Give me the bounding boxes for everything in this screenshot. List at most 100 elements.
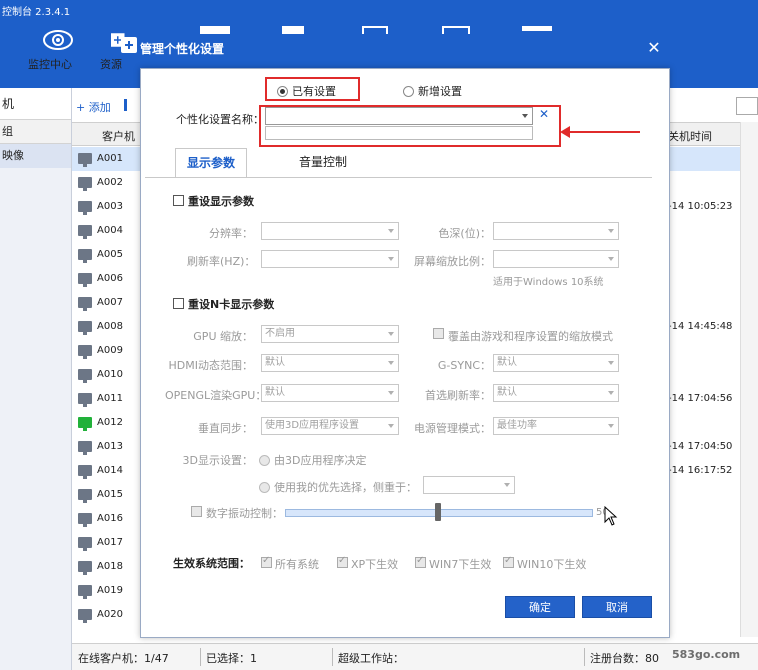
reset-display-label: 重设显示参数 — [188, 195, 254, 208]
cancel-button[interactable]: 取消 — [582, 596, 652, 618]
toolbar-icon-partial — [362, 26, 388, 34]
dialog-title: 管理个性化设置 — [140, 42, 225, 56]
toolbar-icon-partial — [442, 26, 470, 34]
client-name: A020 — [97, 609, 123, 620]
add-client-button[interactable]: + 添加 — [76, 99, 111, 115]
monitor-icon — [78, 321, 92, 335]
group-header: 组 — [0, 120, 71, 144]
shutdown-time: -14 17:04:56 — [668, 393, 733, 404]
monitor-icon — [78, 225, 92, 239]
reset-nvidia-checkbox[interactable] — [173, 298, 184, 309]
col-client-name[interactable]: 客户机 — [102, 128, 135, 144]
vibrance-checkbox[interactable] — [191, 506, 202, 517]
tab-display-params[interactable]: 显示参数 — [175, 148, 247, 178]
tab-volume-control[interactable]: 音量控制 — [287, 148, 359, 178]
radio-existing-label: 已有设置 — [292, 85, 336, 98]
edit-icon[interactable] — [124, 99, 127, 111]
client-name: A016 — [97, 513, 123, 524]
power-mode-select[interactable]: 最佳功率 — [493, 417, 619, 435]
scope-xp-checkbox[interactable] — [337, 555, 348, 568]
client-name: A013 — [97, 441, 123, 452]
scope-win10-checkbox[interactable] — [503, 555, 514, 568]
shutdown-time: -14 14:45:48 — [668, 321, 733, 332]
gpu-scale-select[interactable]: 不启用 — [261, 325, 399, 343]
preferred-refresh-select[interactable]: 默认 — [493, 384, 619, 402]
monitor-center-button[interactable]: 监控中心 — [28, 28, 88, 83]
scope-xp-label: XP下生效 — [351, 558, 399, 571]
resolution-select[interactable] — [261, 222, 399, 240]
monitor-icon — [78, 369, 92, 383]
gsync-select[interactable]: 默认 — [493, 354, 619, 372]
refresh-rate-select[interactable] — [261, 250, 399, 268]
reset-nvidia-label: 重设N卡显示参数 — [188, 298, 275, 311]
power-mode-label: 电源管理模式： — [414, 422, 491, 435]
shutdown-time: -14 10:05:23 — [668, 201, 733, 212]
resource-label: 资源 — [100, 58, 122, 71]
hdmi-range-label: HDMI动态范围： — [168, 359, 253, 372]
clear-name-icon[interactable]: ✕ — [539, 107, 549, 121]
annotation-arrow-head — [560, 126, 570, 138]
radio-new-label: 新增设置 — [418, 85, 462, 98]
override-scale-label: 覆盖由游戏和程序设置的缩放模式 — [448, 330, 613, 343]
client-name: A017 — [97, 537, 123, 548]
name-select[interactable] — [265, 107, 533, 125]
monitor-icon — [78, 393, 92, 407]
monitor-icon — [78, 441, 92, 455]
personalization-dialog: 已有设置 新增设置 个性化设置名称： ✕ 显示参数 音量控制 重设显示参数 分辨… — [140, 68, 670, 638]
annotation-arrow-line — [568, 131, 640, 133]
client-name: A002 — [97, 177, 123, 188]
col-shutdown-time[interactable]: 关机时间 — [668, 128, 712, 144]
vibrance-slider-thumb[interactable] — [435, 503, 441, 521]
hdmi-range-select[interactable]: 默认 — [261, 354, 399, 372]
client-name: A018 — [97, 561, 123, 572]
dialog-close-button[interactable]: ✕ — [646, 40, 662, 57]
ok-button[interactable]: 确定 — [505, 596, 575, 618]
monitor-icon — [78, 153, 92, 167]
override-scale-checkbox[interactable] — [433, 328, 444, 339]
monitor-icon — [78, 489, 92, 503]
list-scrollbar[interactable] — [740, 122, 758, 637]
radio-existing-dot[interactable] — [277, 85, 288, 97]
group-item-image[interactable]: 映像 — [0, 144, 71, 168]
radio-existing[interactable]: 已有设置 — [277, 83, 336, 99]
vibrance-label: 数字振动控制： — [206, 507, 283, 520]
radio-new-dot[interactable] — [403, 85, 414, 97]
gsync-label: G-SYNC： — [437, 359, 491, 372]
client-name: A012 — [97, 417, 123, 428]
tab-divider — [145, 177, 652, 178]
win10-note: 适用于Windows 10系统 — [493, 277, 604, 288]
screen-scale-select[interactable] — [493, 250, 619, 268]
super-workstation: 超级工作站： — [338, 652, 404, 665]
client-name: A011 — [97, 393, 123, 404]
3d-opt-pref[interactable]: 使用我的优先选择，侧重于： — [259, 479, 417, 495]
monitor-icon — [78, 561, 92, 575]
opengl-gpu-select[interactable]: 默认 — [261, 384, 399, 402]
client-name: A005 — [97, 249, 123, 260]
3d-opt-app[interactable]: 由3D应用程序决定 — [259, 452, 366, 468]
scope-win7-label: WIN7下生效 — [429, 558, 492, 571]
resolution-label: 分辨率： — [209, 227, 253, 240]
monitor-icon — [78, 201, 92, 215]
monitor-icon — [78, 585, 92, 599]
radio-new[interactable]: 新增设置 — [403, 83, 462, 99]
client-name: A003 — [97, 201, 123, 212]
status-bar: 在线客户机：1/47 已选择：1 超级工作站： 注册台数：80 — [72, 643, 758, 670]
scope-win7-checkbox[interactable] — [415, 555, 426, 568]
screen-scale-label: 屏幕缩放比例： — [414, 255, 491, 268]
vsync-select[interactable]: 使用3D应用程序设置 — [261, 417, 399, 435]
refresh-rate-label: 刷新率(HZ)： — [187, 255, 256, 268]
client-name: A007 — [97, 297, 123, 308]
color-depth-select[interactable] — [493, 222, 619, 240]
client-name: A009 — [97, 345, 123, 356]
client-name: A014 — [97, 465, 123, 476]
search-input[interactable] — [736, 97, 758, 115]
client-name: A019 — [97, 585, 123, 596]
reset-display-checkbox[interactable] — [173, 195, 184, 206]
scope-all-checkbox[interactable] — [261, 555, 272, 568]
registered-count: 注册台数：80 — [590, 652, 659, 665]
toolbar-icon-partial — [282, 26, 304, 34]
3d-pref-select[interactable] — [423, 476, 515, 494]
name-dropdown-list[interactable] — [265, 126, 533, 140]
scope-label: 生效系统范围： — [173, 557, 250, 570]
toolbar-icon-partial — [522, 26, 552, 31]
